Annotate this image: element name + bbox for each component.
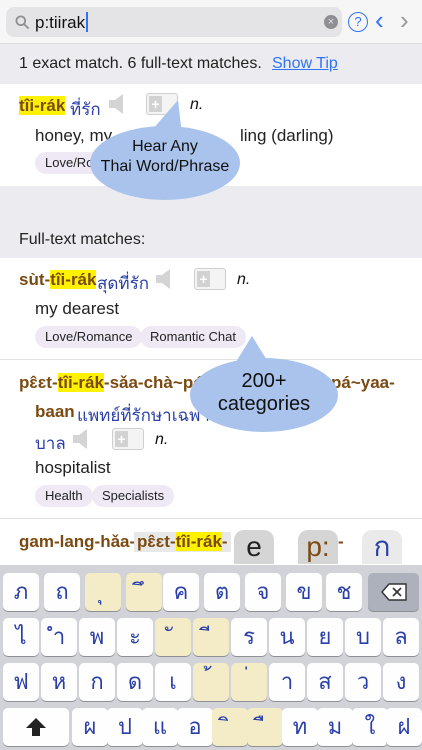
backspace-icon [380,583,407,601]
speaker-icon[interactable] [155,268,175,290]
add-to-list-icon[interactable]: + [112,428,144,450]
section-title: Full-text matches: [19,231,146,248]
backspace-key[interactable] [368,573,419,611]
key[interactable]: ี [193,618,229,656]
callout-hear-thai: Hear Any Thai Word/Phrase [90,126,240,200]
transliteration-input-overlay: pɛ̂ɛt-tîi-rák- [134,532,231,552]
search-icon [15,15,29,29]
key[interactable]: ข [286,573,322,611]
show-tip-link[interactable]: Show Tip [272,55,338,73]
results-summary: 1 exact match. 6 full-text matches. Show… [0,44,422,84]
search-field[interactable]: p:tiirak × [6,7,342,37]
key[interactable]: ร [231,618,267,656]
category-tag[interactable]: Specialists [92,485,175,507]
key[interactable]: ล [383,618,419,656]
keyboard-tab-english[interactable]: e [234,530,274,564]
key[interactable]: า [269,663,305,701]
clear-icon[interactable]: × [324,15,338,29]
entry-thai: ที่รัก [70,100,101,119]
callout-line: Hear Any [132,138,198,155]
key[interactable]: ส [307,663,343,701]
key[interactable]: ฝ [386,708,422,746]
key[interactable]: ค [163,573,199,611]
callout-categories: 200+ categories [190,358,338,432]
key[interactable]: ท [282,708,318,746]
key[interactable]: ถ [44,573,80,611]
key[interactable]: ึ [126,573,162,611]
key[interactable]: ่ [231,663,267,701]
key[interactable]: ะ [117,618,153,656]
key[interactable]: ใ [352,708,388,746]
key[interactable]: พ [79,618,115,656]
help-icon[interactable]: ? [348,12,368,32]
part-of-speech: n. [155,431,169,448]
key[interactable]: จ [245,573,281,611]
entry-transliteration: gam-lang-hǎa- [19,532,136,551]
key[interactable]: แ [142,708,178,746]
key[interactable]: เ [155,663,191,701]
entry-meaning: my dearest [35,299,120,318]
chevron-right-icon[interactable]: › [400,6,409,34]
callout-line: categories [217,393,311,415]
key[interactable]: ื [247,708,283,746]
key[interactable]: น [269,618,305,656]
shift-key[interactable] [3,708,69,746]
entry-thai: สุดที่รัก [97,274,150,293]
key[interactable]: ห [41,663,77,701]
key[interactable]: ด [117,663,153,701]
key[interactable]: อ [177,708,213,746]
chevron-left-icon[interactable]: ‹ [375,6,384,34]
divider [0,359,422,360]
part-of-speech: n. [237,271,251,288]
key[interactable]: ้ [193,663,229,701]
key[interactable]: ต [204,573,240,611]
shift-icon [26,718,46,736]
thai-keyboard: ภ ถ ุ ึ ค ต จ ข ช ไ ำ พ ะ ั ี ร น ย บ ล … [0,565,422,750]
summary-text: 1 exact match. 6 full-text matches. [19,55,262,72]
key[interactable]: ำ [41,618,77,656]
divider [0,518,422,519]
keyboard-tab-transliteration[interactable]: p: [298,530,338,564]
key[interactable]: ิ [212,708,248,746]
key[interactable]: ไ [3,618,39,656]
keyboard-tab-thai[interactable]: ก [362,530,402,564]
key[interactable]: ง [383,663,419,701]
category-tag[interactable]: Love/Romance [35,326,143,348]
entry-transliteration-line2: baan [35,402,75,421]
entry-transliteration-tail: - [338,532,344,551]
key[interactable]: ฟ [3,663,39,701]
key[interactable]: ช [326,573,362,611]
entry-transliteration: pɛ̂ɛt-tîi-rák-sǎa-chà~pó [19,373,204,392]
key[interactable]: ม [317,708,353,746]
key[interactable]: ว [345,663,381,701]
key[interactable]: ย [307,618,343,656]
add-to-list-icon[interactable]: + [194,268,226,290]
callout-line: 200+ [241,370,287,392]
entry-transliteration: sùt-tîi-rák [19,270,97,289]
entry-meaning: hospitalist [35,458,111,477]
full-text-section-header: Full-text matches: [0,186,422,258]
key[interactable]: ุ [85,573,121,611]
entry-meaning-tail: ling (darling) [240,126,334,145]
key[interactable]: ป [107,708,143,746]
key[interactable]: ผ [72,708,108,746]
key[interactable]: บ [345,618,381,656]
key[interactable]: ภ [3,573,39,611]
entry-thai-line2: บาล [35,434,66,453]
key[interactable]: ั [155,618,191,656]
entry-transliteration: tîi-rák [19,96,66,115]
callout-line: Thai Word/Phrase [100,158,230,175]
search-input[interactable]: p:tiirak [35,12,89,33]
key[interactable]: ก [79,663,115,701]
search-bar: p:tiirak × ? ‹ › [0,0,422,44]
entry-transliteration-tail: pá~yaa- [331,373,395,392]
category-tag[interactable]: Health [35,485,93,507]
speaker-icon[interactable] [72,428,92,450]
